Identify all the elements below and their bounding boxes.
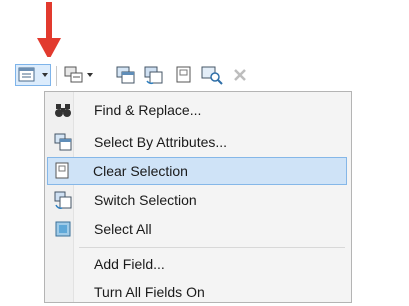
binoculars-icon <box>55 104 71 117</box>
clear-selection-icon <box>55 162 69 179</box>
menu-item-turn-all-fields-on[interactable]: Turn All Fields On <box>47 278 347 306</box>
clear-selection-icon <box>176 66 191 83</box>
menu-item-label: Clear Selection <box>93 163 188 179</box>
menu-item-label: Turn All Fields On <box>94 284 205 300</box>
toolbar-separator <box>56 66 57 86</box>
select-by-attributes-button[interactable] <box>115 65 137 85</box>
menu-separator <box>79 247 345 248</box>
menu-item-label: Select All <box>94 221 152 237</box>
select-by-attributes-icon <box>116 66 135 84</box>
menu-item-select-by-attributes[interactable]: Select By Attributes... <box>47 128 347 156</box>
menu-item-clear-selection[interactable]: Clear Selection <box>47 157 347 185</box>
menu-item-add-field[interactable]: Add Field... <box>47 250 347 278</box>
delete-selected-button[interactable] <box>230 65 250 85</box>
related-tables-icon <box>64 66 93 83</box>
table-options-menu: Find & Replace... Select By Attributes..… <box>44 91 352 303</box>
pointer-arrow-icon <box>37 2 61 60</box>
table-toolbar <box>0 57 409 91</box>
menu-item-label: Switch Selection <box>94 192 197 208</box>
select-all-icon <box>55 221 71 237</box>
zoom-to-selected-icon <box>201 66 223 85</box>
table-options-icon <box>18 67 48 82</box>
switch-selection-button[interactable] <box>143 65 165 85</box>
related-tables-button[interactable] <box>63 65 97 85</box>
switch-selection-icon <box>144 66 163 85</box>
menu-item-switch-selection[interactable]: Switch Selection <box>47 186 347 214</box>
menu-item-find-replace[interactable]: Find & Replace... <box>47 96 347 124</box>
menu-item-select-all[interactable]: Select All <box>47 215 347 243</box>
switch-selection-icon <box>54 191 72 209</box>
menu-item-label: Find & Replace... <box>94 102 202 118</box>
menu-item-label: Add Field... <box>94 256 165 272</box>
zoom-to-selected-button[interactable] <box>200 65 224 85</box>
table-options-button[interactable] <box>15 64 51 86</box>
select-by-attributes-icon <box>54 133 72 151</box>
clear-selection-button[interactable] <box>174 65 194 85</box>
menu-item-label: Select By Attributes... <box>94 134 228 150</box>
delete-selected-icon <box>234 69 246 81</box>
